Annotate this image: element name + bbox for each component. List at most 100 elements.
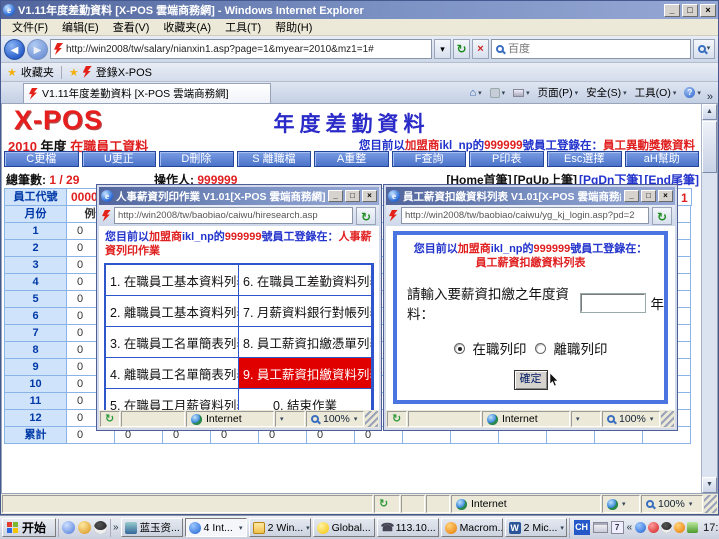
command-feed-icon[interactable]: ▾ xyxy=(487,87,509,99)
resize-grip[interactable] xyxy=(365,411,378,427)
report-menu-item[interactable]: 0. 結束作業 xyxy=(238,388,372,410)
report-menu-item[interactable]: 3. 在職員工名單簡表列表 xyxy=(105,326,239,358)
radio-selected[interactable] xyxy=(454,343,465,354)
protected-mode-pane[interactable]: ▾ xyxy=(571,411,601,427)
toolbar-button-7[interactable]: P印表 xyxy=(469,151,544,167)
scroll-down-button[interactable]: ▼ xyxy=(702,477,717,493)
protected-mode-pane[interactable]: ▾ xyxy=(275,411,305,427)
toolbar-button-6[interactable]: F查詢 xyxy=(392,151,467,167)
address-dropdown-button[interactable]: ▾ xyxy=(434,39,451,59)
tray-collapse-chevron[interactable]: « xyxy=(627,522,633,533)
chevron-down-icon[interactable]: ▾ xyxy=(239,524,243,532)
toolbar-button-9[interactable]: aH幫助 xyxy=(625,151,700,167)
address-input[interactable] xyxy=(118,210,349,221)
radio-unselected[interactable] xyxy=(535,343,546,354)
maximize-button[interactable]: □ xyxy=(641,190,656,202)
chevron-down-icon[interactable]: ▾ xyxy=(560,524,564,532)
resize-grip[interactable] xyxy=(661,411,674,427)
report-menu-item[interactable]: 8. 員工薪資扣繳憑單列表 xyxy=(238,326,372,358)
login-xpos-link[interactable]: 登錄X-POS xyxy=(96,64,152,80)
zoom-control[interactable]: 100% ▾ xyxy=(641,495,703,513)
menu-item-2[interactable]: 编辑(E) xyxy=(55,18,106,36)
back-button[interactable]: ◀ xyxy=(4,39,25,60)
refresh-button[interactable]: ↻ xyxy=(453,39,470,59)
address-input[interactable] xyxy=(66,44,428,55)
tray-green-icon[interactable] xyxy=(687,522,698,533)
radio-label[interactable]: 離職列印 xyxy=(554,338,608,358)
tray-qq-icon[interactable] xyxy=(661,522,672,533)
report-menu-item[interactable]: 7. 月薪資料銀行對帳列表 xyxy=(238,295,372,327)
messenger-icon[interactable] xyxy=(78,521,91,534)
report-menu-item[interactable]: 4. 離職員工名單簡表列表 xyxy=(105,357,239,389)
report-menu-item[interactable]: 5. 在職員工月薪資料列表 xyxy=(105,388,239,410)
radio-label[interactable]: 在職列印 xyxy=(473,338,527,358)
title-bar[interactable]: e 人事薪資列印作業 V1.01[X-POS 雲端商務網] - W... _ □… xyxy=(99,187,379,205)
toolbar-button-2[interactable]: U更正 xyxy=(82,151,157,167)
command-home-icon[interactable]: ⌂▾ xyxy=(466,86,484,100)
maximize-button[interactable]: □ xyxy=(345,190,360,202)
tray-blue-icon[interactable] xyxy=(635,522,646,533)
scroll-up-button[interactable]: ▲ xyxy=(702,104,717,120)
toolbar-button-3[interactable]: D刪除 xyxy=(159,151,234,167)
search-box[interactable] xyxy=(491,39,691,59)
command-工具(O)[interactable]: 工具(O)▾ xyxy=(632,84,680,101)
chevron-down-icon[interactable]: ▾ xyxy=(306,524,310,532)
language-indicator[interactable]: CH xyxy=(574,520,590,535)
toolbar-button-8[interactable]: Esc選擇 xyxy=(547,151,622,167)
tab-active[interactable]: V1.11年度差勤資料 [X-POS 雲端商務網] xyxy=(23,83,271,103)
address-bar[interactable] xyxy=(50,39,432,59)
taskbar-button-5[interactable]: ☎113.10... xyxy=(377,518,439,537)
menu-item-6[interactable]: 帮助(H) xyxy=(268,18,319,36)
media-icon[interactable] xyxy=(62,521,75,534)
favorites-label[interactable]: 收藏夹 xyxy=(21,64,54,80)
title-bar[interactable]: e V1.11年度差勤資料 [X-POS 雲端商務網] - Windows In… xyxy=(1,1,718,19)
address-input[interactable] xyxy=(405,210,645,221)
menu-item-1[interactable]: 文件(F) xyxy=(5,18,55,36)
menu-item-4[interactable]: 收藏夹(A) xyxy=(156,18,218,36)
tray-red-icon[interactable] xyxy=(648,522,659,533)
command-help-icon[interactable]: ?▾ xyxy=(681,86,704,99)
toolbar-button-1[interactable]: C更檔 xyxy=(4,151,79,167)
report-menu-item[interactable]: 6. 在職員工差勤資料列表 xyxy=(238,264,372,296)
tray-orange-icon[interactable] xyxy=(674,522,685,533)
toolbar-button-5[interactable]: A重整 xyxy=(314,151,389,167)
zoom-control[interactable]: 100% ▾ xyxy=(306,411,364,427)
forward-button[interactable]: ▶ xyxy=(27,39,48,60)
close-button[interactable]: × xyxy=(362,190,377,202)
minimize-button[interactable]: _ xyxy=(328,190,343,202)
refresh-button[interactable]: ↻ xyxy=(356,207,376,225)
command-print-icon[interactable]: ▾ xyxy=(510,88,533,98)
taskbar-button-6[interactable]: Macrom... xyxy=(441,518,503,537)
close-button[interactable]: × xyxy=(658,190,673,202)
taskbar-button-2[interactable]: 4 Int...▾ xyxy=(185,518,247,537)
toolbar-button-4[interactable]: S 離職檔 xyxy=(237,151,312,167)
scrollbar-thumb[interactable] xyxy=(702,121,717,173)
zoom-control[interactable]: 100% ▾ xyxy=(602,411,660,427)
stop-button[interactable]: × xyxy=(472,39,489,59)
search-go-button[interactable]: ▾ xyxy=(693,39,715,59)
title-bar[interactable]: e 員工薪資扣繳資料列表 V1.01[X-POS 雲端商務網] - ... _ … xyxy=(386,187,675,205)
minimize-button[interactable]: _ xyxy=(664,4,680,17)
search-input[interactable] xyxy=(508,43,686,55)
ime-icon[interactable]: 7 xyxy=(611,521,624,534)
qq-icon[interactable] xyxy=(94,521,107,534)
refresh-button[interactable]: ↻ xyxy=(652,207,672,225)
resize-grip[interactable] xyxy=(704,495,717,513)
quick-launch-chevron[interactable]: » xyxy=(113,522,119,533)
taskbar-button-7[interactable]: W2 Mic...▾ xyxy=(505,518,567,537)
report-menu-item[interactable]: 1. 在職員工基本資料列表 xyxy=(105,264,239,296)
start-button[interactable]: 开始 xyxy=(2,518,56,537)
close-button[interactable]: × xyxy=(700,4,716,17)
protected-mode-pane[interactable]: ▾ xyxy=(602,495,640,513)
menu-item-5[interactable]: 工具(T) xyxy=(218,18,268,36)
toolbar-overflow-chevron[interactable]: » xyxy=(704,91,716,103)
report-menu-item[interactable]: 2. 離職員工基本資料列表 xyxy=(105,295,239,327)
taskbar-button-4[interactable]: Global... xyxy=(313,518,375,537)
command-安全(S)[interactable]: 安全(S)▾ xyxy=(583,84,630,101)
taskbar-button-3[interactable]: 2 Win...▾ xyxy=(249,518,311,537)
menu-item-3[interactable]: 查看(V) xyxy=(106,18,157,36)
add-favorite-icon[interactable]: ★ xyxy=(69,66,79,79)
taskbar-button-1[interactable]: 蓝玉资... xyxy=(121,518,183,537)
report-menu-item-selected[interactable]: 9. 員工薪資扣繳資料列表 xyxy=(238,357,372,389)
minimize-button[interactable]: _ xyxy=(624,190,639,202)
